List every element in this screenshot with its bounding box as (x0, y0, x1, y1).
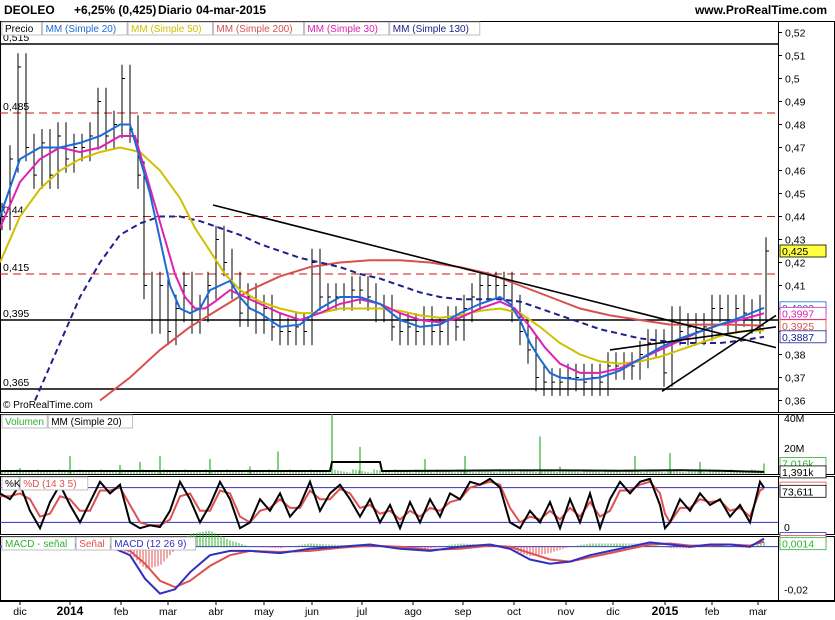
time-tick-label: abr (208, 606, 224, 618)
chart-canvas: 0,520,510,50,490,480,470,460,450,440,430… (0, 21, 835, 618)
price-tick-label: 0,47 (785, 143, 806, 155)
macd-tick-label: -0,02 (784, 584, 808, 596)
price-legend-item: Precio (5, 24, 34, 35)
price-legend-item: MM (Simple 20) (46, 24, 117, 35)
time-tick-label: nov (558, 606, 576, 618)
chart-window: DEOLEO +6,25% (0,425) Diario 04-mar-2015… (0, 0, 835, 620)
time-tick-label: feb (114, 606, 129, 618)
volume-tick-label: 20M (784, 443, 804, 455)
price-legend-item: MM (Simple 130) (393, 24, 469, 35)
time-tick-label: dic (606, 606, 619, 618)
volume-tick-label: 40M (784, 413, 804, 425)
price-tick-label: 0,42 (785, 258, 806, 270)
price-tick-label: 0,38 (785, 350, 806, 362)
value-tag-label: 73,611 (782, 486, 813, 498)
time-tick-label: may (254, 606, 275, 618)
price-legend-item: MM (Simple 30) (307, 24, 378, 35)
time-tick-label: 2015 (652, 604, 679, 618)
macd-legend-item: MACD - señal (5, 539, 67, 550)
stoch-legend-item: %K (5, 479, 21, 490)
time-tick-label: jul (356, 606, 368, 618)
volume-legend-item: Volumen (5, 417, 44, 428)
time-axis: dic 2014 feb mar abr may jun jul ago sep oct nov dic… (0, 601, 835, 618)
level-label: 0,365 (3, 377, 29, 389)
time-tick-label: oct (507, 606, 521, 618)
watermark: © ProRealTime.com (3, 400, 93, 411)
price-tick-label: 0,51 (785, 51, 806, 63)
time-tick-label: 2014 (57, 604, 84, 618)
price-tick-label: 0,41 (785, 281, 806, 293)
price-tick-label: 0,52 (785, 28, 806, 40)
time-tick-label: feb (705, 606, 720, 618)
time-tick-label: dic (13, 606, 26, 618)
value-tag-label: 0,0014 (782, 539, 814, 551)
macd-legend-item: Señal (79, 539, 105, 550)
price-legend-item: MM (Simple 200) (216, 24, 292, 35)
level-label: 0,485 (3, 101, 29, 113)
price-tick-label: 0,36 (785, 396, 806, 408)
price-tick-label: 0,45 (785, 189, 806, 201)
value-tag-label: 1,391k (782, 467, 814, 479)
volume-legend-item: MM (Simple 20) (51, 417, 122, 428)
stoch-legend-item: %D (14 3 5) (23, 479, 76, 490)
value-tag-label: 0,425 (782, 246, 808, 258)
value-tag-label: 0,3997 (782, 308, 814, 320)
price-tick-label: 0,5 (785, 74, 800, 86)
time-tick-label: mar (159, 606, 178, 618)
price-tick-label: 0,49 (785, 97, 806, 109)
value-tag-label: 0,3887 (782, 332, 814, 344)
price-tick-label: 0,37 (785, 373, 806, 385)
price-tick-label: 0,48 (785, 120, 806, 132)
time-tick-label: ago (404, 606, 422, 618)
time-tick-label: sep (455, 606, 472, 618)
panels (0, 21, 835, 601)
time-tick-label: jun (304, 606, 319, 618)
price-legend-item: MM (Simple 50) (131, 24, 202, 35)
macd-legend-item: MACD (12 26 9) (114, 539, 186, 550)
level-label: 0,395 (3, 308, 29, 320)
level-label: 0,415 (3, 262, 29, 274)
time-tick-label: mar (749, 606, 768, 618)
price-tick-label: 0,46 (785, 166, 806, 178)
price-tick-label: 0,44 (785, 212, 806, 224)
